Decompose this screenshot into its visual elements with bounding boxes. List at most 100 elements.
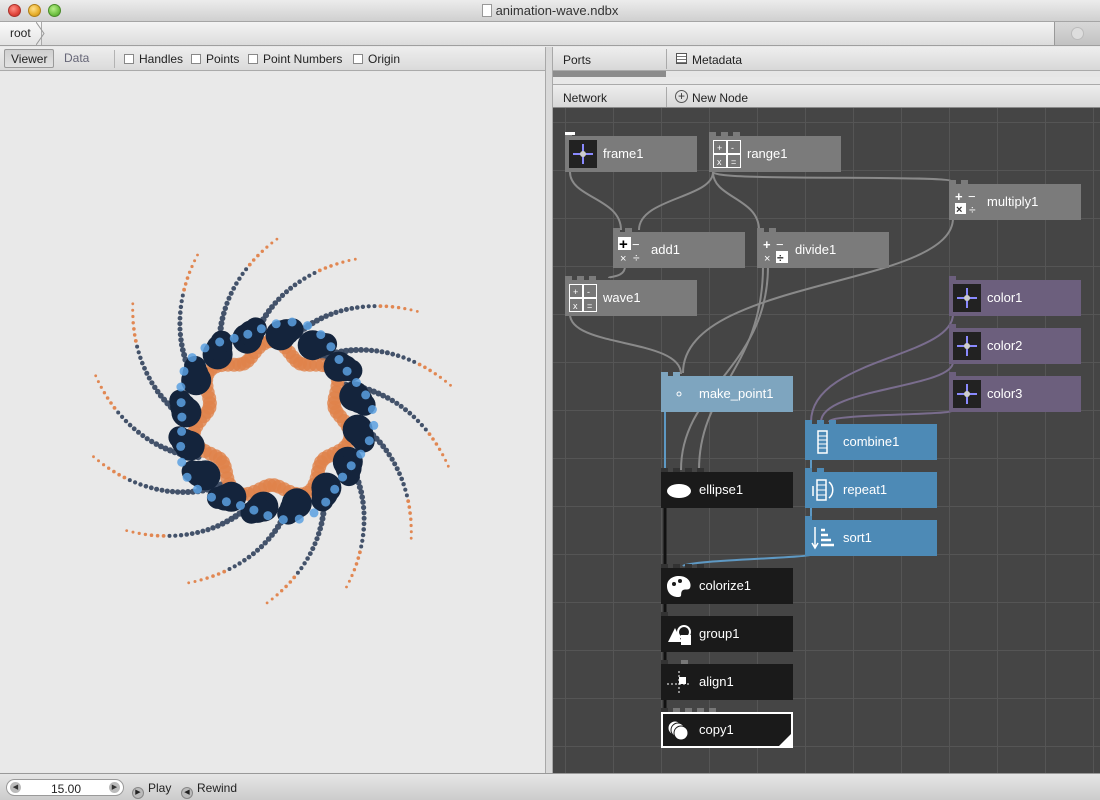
- input-port[interactable]: [685, 468, 692, 472]
- input-port[interactable]: [805, 420, 812, 424]
- input-port[interactable]: [565, 276, 572, 280]
- input-port[interactable]: [949, 372, 956, 376]
- input-port[interactable]: [577, 276, 584, 280]
- play-button[interactable]: ▶ Play: [132, 781, 171, 799]
- node-colorize1[interactable]: colorize1: [661, 564, 793, 604]
- node-ellipse1[interactable]: ellipse1: [661, 468, 793, 508]
- input-port[interactable]: [697, 468, 704, 472]
- input-port[interactable]: [949, 180, 956, 184]
- tab-viewer[interactable]: Viewer: [4, 49, 55, 68]
- input-port[interactable]: [805, 468, 812, 472]
- points-checkbox[interactable]: Points: [191, 52, 239, 66]
- input-port[interactable]: [697, 564, 704, 568]
- tentacle-dot: [276, 296, 282, 302]
- node-add1[interactable]: + − × ÷ add1: [613, 228, 745, 268]
- network-options-button[interactable]: [1054, 22, 1100, 45]
- node-repeat1[interactable]: repeat1: [805, 468, 937, 508]
- input-port[interactable]: [805, 516, 812, 520]
- handles-checkbox[interactable]: Handles: [124, 52, 183, 66]
- node-range1[interactable]: + - x = range1: [709, 132, 841, 172]
- node-wave1[interactable]: + - x = wave1: [565, 276, 697, 316]
- input-port[interactable]: [661, 612, 668, 616]
- input-port[interactable]: [661, 708, 668, 712]
- input-port[interactable]: [685, 564, 692, 568]
- network-canvas[interactable]: frame1 + - x = range1 + − × ÷ multiply1 + − × ÷ a…: [553, 108, 1100, 773]
- tentacle-dot: [323, 266, 328, 270]
- input-port[interactable]: [757, 228, 764, 232]
- input-port[interactable]: [817, 468, 824, 472]
- tentacle-dot: [125, 529, 129, 532]
- tentacle-dot: [221, 310, 227, 317]
- tentacle-dot: [222, 569, 227, 574]
- node-copy1[interactable]: copy1: [661, 708, 793, 748]
- input-port[interactable]: [681, 660, 688, 664]
- input-port[interactable]: [817, 420, 824, 424]
- tentacle-dot: [102, 391, 107, 395]
- network-tab[interactable]: Network: [563, 91, 607, 105]
- input-port[interactable]: [697, 708, 704, 712]
- svg-text:×: ×: [620, 253, 626, 264]
- origin-checkbox[interactable]: Origin: [353, 52, 400, 66]
- tentacle-dot: [417, 362, 422, 367]
- input-port[interactable]: [673, 564, 680, 568]
- ports-scrollbar[interactable]: [553, 71, 666, 77]
- tentacle-dot: [292, 282, 298, 288]
- input-port[interactable]: [709, 708, 716, 712]
- node-frame1[interactable]: frame1: [565, 132, 697, 172]
- input-port[interactable]: [625, 228, 632, 232]
- tentacle-dot: [155, 533, 160, 538]
- rewind-button[interactable]: ◀ Rewind: [181, 781, 237, 799]
- accent-dot: [249, 505, 259, 515]
- accent-dot: [179, 366, 189, 376]
- checkbox-icon: [191, 54, 201, 64]
- input-port[interactable]: [673, 708, 680, 712]
- svg-text:+: +: [955, 189, 963, 204]
- input-port[interactable]: [769, 228, 776, 232]
- tentacle-dot: [136, 429, 141, 435]
- tentacle-dot: [316, 531, 322, 537]
- input-port[interactable]: [961, 180, 968, 184]
- accent-dot: [303, 321, 313, 331]
- frame-stepper[interactable]: ◀ 15.00 ▶: [6, 779, 124, 796]
- node-color1[interactable]: color1: [949, 276, 1081, 316]
- input-port[interactable]: [661, 468, 668, 472]
- input-port[interactable]: [661, 564, 668, 568]
- tab-data[interactable]: Data: [58, 49, 95, 68]
- input-port[interactable]: [673, 468, 680, 472]
- input-port[interactable]: [661, 372, 668, 376]
- frame-value[interactable]: 15.00: [27, 782, 105, 796]
- input-port[interactable]: [949, 276, 956, 280]
- split-pane-divider[interactable]: [545, 47, 553, 773]
- frame-increment-icon[interactable]: ▶: [109, 782, 120, 793]
- metadata-button[interactable]: Metadata: [692, 53, 742, 67]
- node-make-point1[interactable]: make_point1: [661, 372, 793, 412]
- node-group1[interactable]: group1: [661, 612, 793, 652]
- point-numbers-checkbox[interactable]: Point Numbers: [248, 52, 342, 66]
- tentacle-dot: [234, 281, 239, 286]
- new-node-button[interactable]: New Node: [692, 91, 748, 105]
- input-port[interactable]: [733, 132, 740, 136]
- input-port[interactable]: [613, 228, 620, 232]
- node-align1[interactable]: align1: [661, 660, 793, 700]
- input-port[interactable]: [709, 132, 716, 136]
- input-port[interactable]: [661, 660, 668, 664]
- node-color3[interactable]: color3: [949, 372, 1081, 412]
- input-port[interactable]: [949, 324, 956, 328]
- tentacle-dot: [361, 504, 367, 511]
- ports-tab[interactable]: Ports: [563, 53, 591, 67]
- node-multiply1[interactable]: + − × ÷ multiply1: [949, 180, 1081, 220]
- node-combine1[interactable]: combine1: [805, 420, 937, 460]
- input-port[interactable]: [673, 372, 680, 376]
- node-divide1[interactable]: + − × ÷ divide1: [757, 228, 889, 268]
- viewer-canvas[interactable]: [0, 72, 545, 772]
- input-port[interactable]: [829, 420, 836, 424]
- input-port[interactable]: [589, 276, 596, 280]
- input-port[interactable]: [685, 708, 692, 712]
- node-color2[interactable]: color2: [949, 324, 1081, 364]
- tentacle-dot: [288, 580, 293, 584]
- frame-decrement-icon[interactable]: ◀: [10, 782, 21, 793]
- tentacle-dot: [142, 365, 147, 371]
- input-port[interactable]: [721, 132, 728, 136]
- node-sort1[interactable]: sort1: [805, 516, 937, 556]
- tentacle-dot: [419, 423, 424, 428]
